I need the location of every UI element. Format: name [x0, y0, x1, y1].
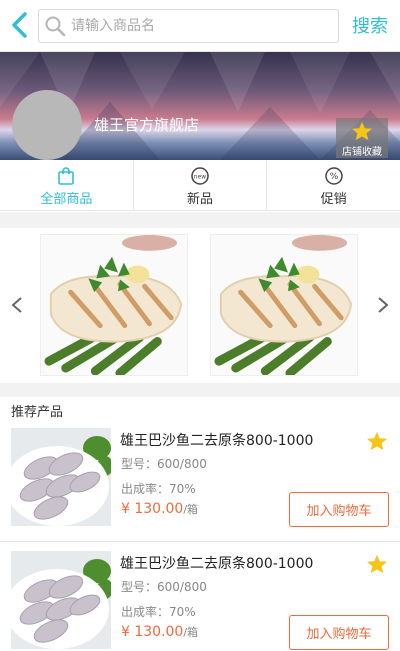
- fish-fillet-image: [11, 428, 111, 526]
- product-item[interactable]: 雄王巴沙鱼二去原条800-1000 型号：600/800 出成率：70% ¥ 1…: [0, 428, 400, 548]
- section-divider: [0, 383, 400, 397]
- bag-icon: [58, 167, 75, 185]
- fish-dish-image: [41, 235, 187, 375]
- product-name[interactable]: 雄王巴沙鱼二去原条800-1000: [120, 553, 313, 573]
- fish-dish-image: [211, 235, 357, 375]
- product-thumbnail[interactable]: [11, 551, 111, 649]
- star-icon: [352, 121, 372, 141]
- product-spec: 型号：600/800: [121, 580, 207, 594]
- chevron-left-icon[interactable]: [10, 296, 24, 314]
- back-icon[interactable]: [8, 11, 32, 39]
- product-name[interactable]: 雄王巴沙鱼二去原条800-1000: [120, 430, 313, 450]
- search-box[interactable]: [38, 9, 339, 43]
- recommend-title: 推荐产品: [11, 405, 64, 420]
- add-to-cart-button[interactable]: 加入购物车: [289, 492, 389, 527]
- shop-name: 雄王官方旗舰店: [94, 116, 200, 134]
- price-value: ¥ 130.00: [121, 501, 184, 517]
- top-bar: 搜索: [0, 0, 400, 52]
- product-item[interactable]: 雄王巴沙鱼二去原条800-1000 型号：600/800 出成率：70% ¥ 1…: [0, 551, 400, 651]
- tab-label: 新品: [187, 192, 214, 207]
- search-icon: [45, 16, 66, 37]
- tab-label: 促销: [320, 192, 347, 207]
- carousel-slide[interactable]: [40, 234, 188, 376]
- discount-icon: %: [324, 167, 343, 185]
- product-carousel: [0, 228, 400, 383]
- favorite-label: 店铺收藏: [342, 147, 382, 158]
- price-value: ¥ 130.00: [121, 624, 184, 640]
- svg-text:new: new: [194, 174, 206, 181]
- svg-text:%: %: [329, 172, 338, 182]
- price-unit: /箱: [183, 503, 199, 516]
- new-icon: new: [191, 167, 209, 185]
- search-button[interactable]: 搜索: [352, 12, 388, 38]
- product-thumbnail[interactable]: [11, 428, 111, 526]
- shop-avatar[interactable]: [12, 90, 82, 160]
- tab-all-products[interactable]: 全部商品: [0, 160, 134, 210]
- item-divider: [0, 541, 400, 542]
- tab-promotion[interactable]: % 促销: [267, 160, 400, 210]
- product-yield: 出成率：70%: [121, 605, 196, 619]
- category-tabs: 全部商品 new 新品 % 促销: [0, 160, 400, 211]
- fish-fillet-image: [11, 551, 111, 649]
- product-yield: 出成率：70%: [121, 482, 196, 496]
- favorite-shop-button[interactable]: 店铺收藏: [336, 118, 388, 158]
- star-icon[interactable]: [366, 553, 388, 575]
- chevron-right-icon[interactable]: [376, 296, 390, 314]
- section-divider: [0, 212, 400, 228]
- carousel-slide[interactable]: [210, 234, 358, 376]
- tab-label: 全部商品: [40, 192, 93, 207]
- search-input[interactable]: [71, 14, 331, 38]
- product-price: ¥ 130.00/箱: [121, 624, 198, 640]
- product-spec: 型号：600/800: [121, 457, 207, 471]
- tab-new[interactable]: new 新品: [134, 160, 268, 210]
- add-to-cart-button[interactable]: 加入购物车: [289, 615, 389, 650]
- price-unit: /箱: [183, 626, 199, 639]
- star-icon[interactable]: [366, 430, 388, 452]
- product-price: ¥ 130.00/箱: [121, 501, 198, 517]
